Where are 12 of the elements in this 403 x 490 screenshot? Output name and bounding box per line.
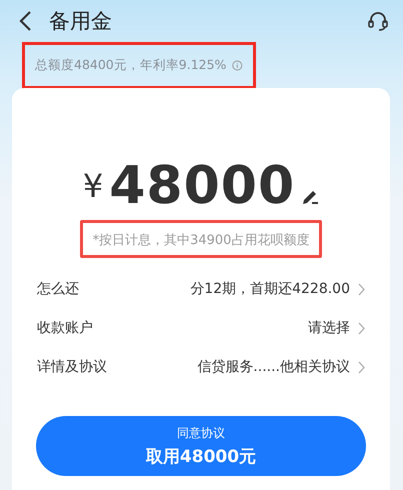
row-label: 收款账户 bbox=[37, 319, 94, 337]
row-value[interactable]: 请选择 bbox=[308, 319, 350, 337]
row-label: 怎么还 bbox=[37, 280, 80, 298]
row-value[interactable]: 分12期，首期还4228.00 bbox=[190, 280, 350, 298]
loan-amount: 48000 bbox=[109, 156, 296, 216]
interest-note: *按日计息，其中34900占用花呗额度 bbox=[92, 233, 310, 248]
page-title: 备用金 bbox=[49, 8, 113, 35]
currency-sign: ¥ bbox=[82, 167, 104, 205]
confirm-button[interactable]: 同意协议 取用48000元 bbox=[36, 416, 366, 476]
credit-summary: 总额度48400元，年利率9.125% bbox=[35, 57, 226, 74]
row-value[interactable]: 信贷服务......他相关协议 bbox=[197, 358, 350, 376]
row-label: 详情及协议 bbox=[37, 358, 108, 376]
